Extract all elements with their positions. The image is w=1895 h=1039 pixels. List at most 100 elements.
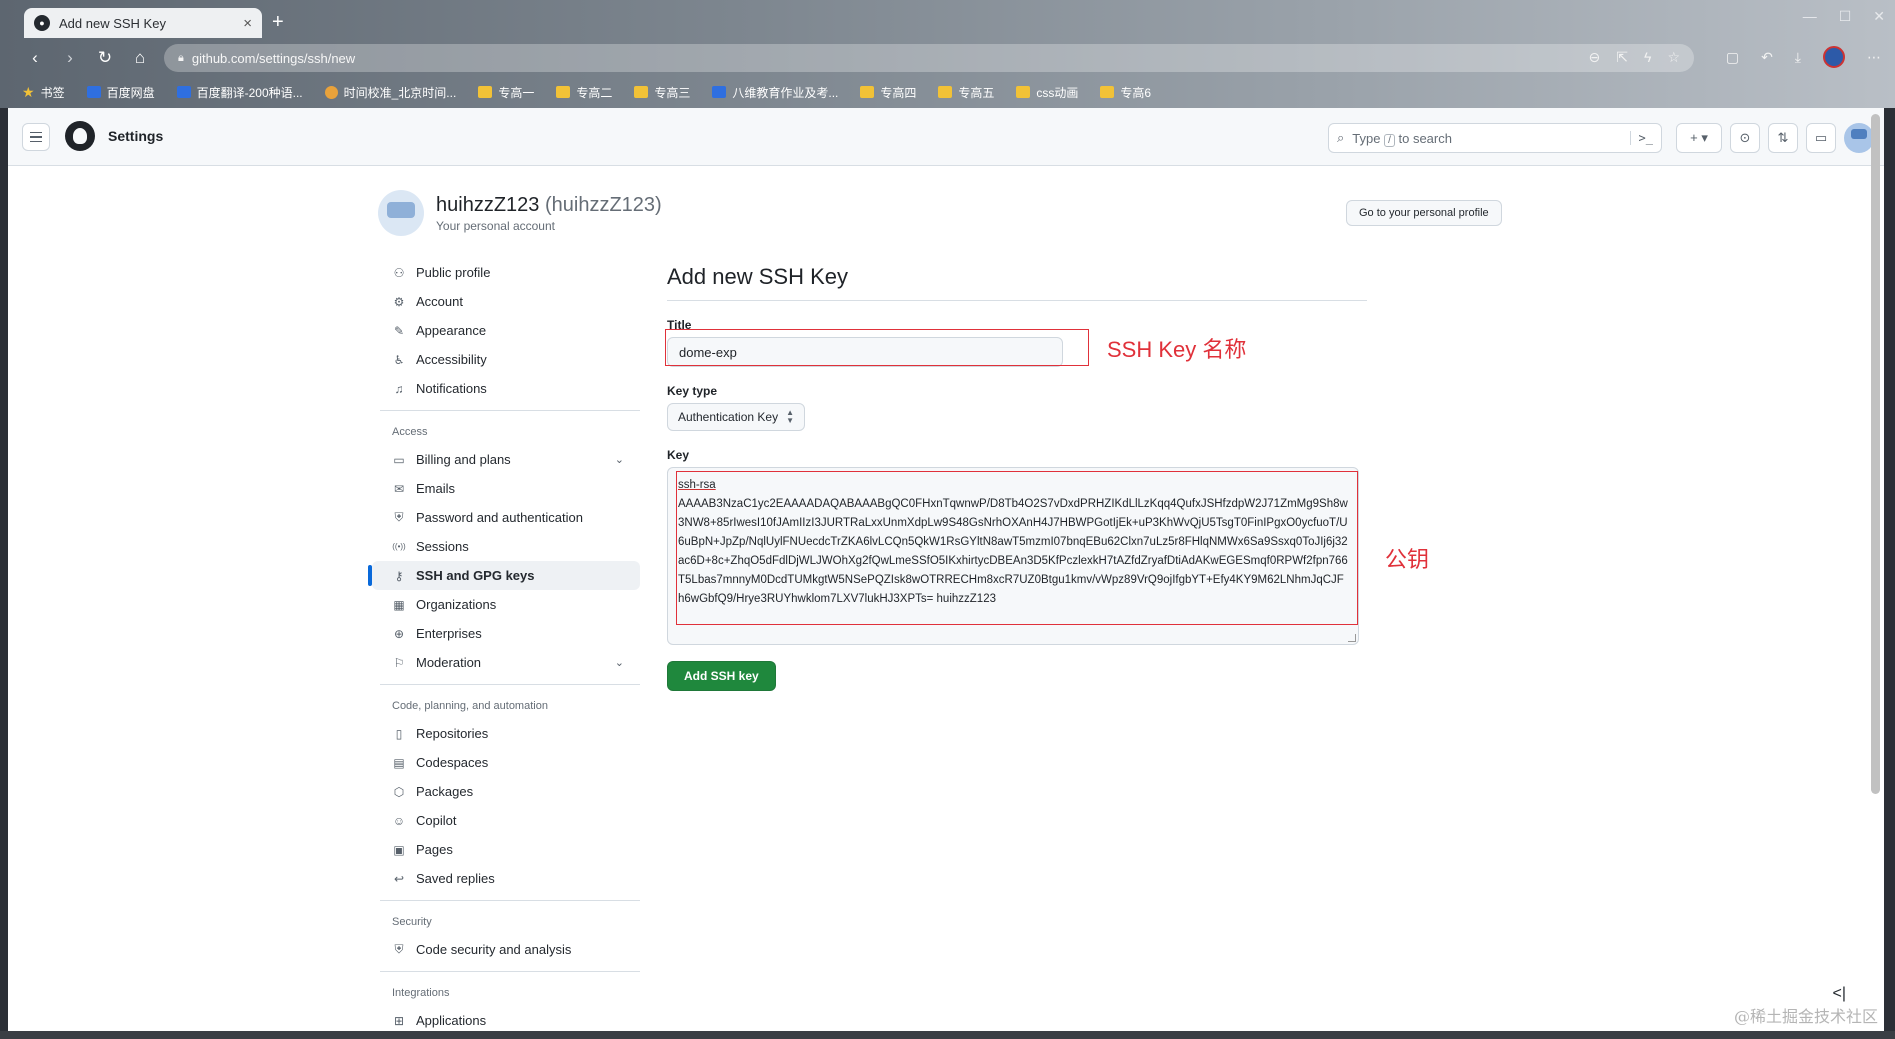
sidebar-item-organizations[interactable]: ▦ Organizations bbox=[372, 590, 640, 619]
site-favicon-icon bbox=[86, 86, 101, 98]
sidebar-heading: Security bbox=[392, 916, 432, 928]
annotation-box-key bbox=[676, 471, 1358, 625]
sidebar-item-applications[interactable]: ⊞ Applications bbox=[372, 1006, 640, 1031]
minimize-icon[interactable]: — bbox=[1803, 8, 1817, 25]
sidebar-item-enterprises[interactable]: ⊕ Enterprises bbox=[372, 619, 640, 648]
lightning-icon[interactable]: ϟ bbox=[1644, 49, 1651, 66]
sidebar-item-label: Organizations bbox=[416, 597, 497, 612]
more-menu-icon[interactable]: ⋯ bbox=[1867, 49, 1881, 66]
page-scrollbar[interactable] bbox=[1871, 114, 1880, 794]
undo-icon[interactable]: ↶ bbox=[1761, 49, 1773, 66]
sidebar-item-emails[interactable]: ✉ Emails bbox=[372, 474, 640, 503]
sidebar-item-account[interactable]: ⚙ Account bbox=[372, 287, 640, 316]
bookmark-item[interactable]: 专高6 bbox=[1100, 84, 1151, 101]
go-to-profile-button[interactable]: Go to your personal profile bbox=[1346, 200, 1502, 226]
new-tab-button[interactable]: + bbox=[272, 11, 284, 34]
bookmark-star-icon[interactable]: ☆ bbox=[1667, 49, 1680, 66]
bookmark-item[interactable]: 专高一 bbox=[478, 84, 534, 101]
bookmark-item[interactable]: 专高二 bbox=[556, 84, 612, 101]
issues-icon[interactable]: ⊙ bbox=[1730, 123, 1760, 153]
bookmark-item[interactable]: 专高四 bbox=[860, 84, 916, 101]
sidebar-item-ssh-and-gpg-keys[interactable]: ⚷ SSH and GPG keys bbox=[368, 561, 640, 590]
tab-active[interactable]: ● Add new SSH Key × bbox=[24, 8, 262, 38]
user-avatar[interactable] bbox=[378, 190, 424, 236]
site-favicon-icon bbox=[712, 86, 727, 98]
close-tab-icon[interactable]: × bbox=[243, 15, 252, 32]
folder-icon bbox=[938, 86, 953, 98]
key-icon: ⚷ bbox=[394, 568, 404, 583]
create-new-button[interactable]: + ▾ bbox=[1676, 123, 1722, 153]
sidebar-item-codespaces[interactable]: ▤ Codespaces bbox=[372, 748, 640, 777]
download-icon[interactable]: ⤓ bbox=[1795, 49, 1801, 66]
sidebar-item-sessions[interactable]: ((•)) Sessions bbox=[372, 532, 640, 561]
paintbrush-icon: ✎ bbox=[393, 323, 405, 338]
copilot-icon: ☺ bbox=[392, 813, 406, 828]
bookmark-item[interactable]: ★ 书签 bbox=[22, 84, 65, 101]
globe-icon: ⊕ bbox=[393, 626, 405, 641]
annotation-title-note: SSH Key 名称 bbox=[1107, 337, 1247, 362]
accessibility-icon: ♿ bbox=[393, 352, 405, 367]
annotation-box-title bbox=[665, 329, 1089, 366]
sidebar-item-saved-replies[interactable]: ↩ Saved replies bbox=[372, 864, 640, 893]
sidebar-item-billing-and-plans[interactable]: ▭ Billing and plans ⌄ bbox=[372, 445, 640, 474]
browser-profile-avatar[interactable] bbox=[1823, 46, 1845, 68]
bookmark-label: 书签 bbox=[40, 85, 65, 100]
key-type-select[interactable]: Authentication Key ▲ ▼ bbox=[667, 403, 805, 431]
maximize-icon[interactable]: ☐ bbox=[1839, 8, 1852, 25]
extension-toolbar: ▢ ↶ ⤓ ⋯ bbox=[1726, 46, 1881, 68]
sidebar-item-label: Notifications bbox=[416, 381, 487, 396]
zoom-icon[interactable]: ⊖ bbox=[1589, 49, 1601, 66]
inbox-icon[interactable]: ▭ bbox=[1806, 123, 1836, 153]
github-logo-icon[interactable] bbox=[65, 121, 95, 151]
home-icon[interactable]: ⌂ bbox=[127, 48, 153, 68]
bookmark-label: 专高一 bbox=[498, 85, 535, 100]
sidebar-item-notifications[interactable]: ♫ Notifications bbox=[372, 374, 640, 403]
command-palette-icon[interactable]: >_ bbox=[1629, 131, 1653, 145]
sidebar-item-moderation[interactable]: ⚐ Moderation ⌄ bbox=[372, 648, 640, 677]
sidebar-item-password-and-authentication[interactable]: ⛨ Password and authentication bbox=[372, 503, 640, 532]
bookmark-item[interactable]: 八维教育作业及考... bbox=[712, 84, 838, 101]
bookmark-item[interactable]: 时间校准_北京时间... bbox=[324, 84, 456, 101]
chevron-down-icon[interactable]: ⌄ bbox=[615, 453, 624, 466]
resize-handle-icon[interactable] bbox=[1348, 634, 1356, 642]
sidebar-item-pages[interactable]: ▣ Pages bbox=[372, 835, 640, 864]
sidebar-item-label: Public profile bbox=[416, 265, 491, 280]
search-input[interactable]: ⌕ Type / to search >_ bbox=[1328, 123, 1662, 153]
star-icon: ★ bbox=[22, 83, 35, 100]
bookmark-item[interactable]: 百度网盘 bbox=[86, 84, 155, 101]
repo-icon: ▯ bbox=[395, 726, 403, 741]
sidebar-item-label: Billing and plans bbox=[416, 452, 511, 467]
bookmark-item[interactable]: 专高五 bbox=[938, 84, 994, 101]
add-ssh-key-button[interactable]: Add SSH key bbox=[667, 661, 776, 691]
menu-hamburger-icon[interactable] bbox=[22, 123, 50, 151]
address-bar[interactable]: 🔒︎ github.com/settings/ssh/new ⊖ ⇱ ϟ ☆ bbox=[164, 44, 1694, 72]
account-name[interactable]: huihzzZ123 (huihzzZ123) bbox=[436, 194, 662, 217]
sidebar-item-public-profile[interactable]: ⚇ Public profile bbox=[372, 258, 640, 287]
share-icon[interactable]: ⇱ bbox=[1616, 49, 1628, 66]
user-avatar-menu[interactable] bbox=[1844, 123, 1874, 153]
forward-icon[interactable]: › bbox=[57, 48, 83, 68]
sidebar-item-label: Account bbox=[416, 294, 463, 309]
header-title[interactable]: Settings bbox=[108, 128, 163, 144]
broadcast-icon: ((•)) bbox=[392, 542, 406, 551]
chevron-down-icon[interactable]: ⌄ bbox=[615, 656, 624, 669]
sidebar-item-packages[interactable]: ⬡ Packages bbox=[372, 777, 640, 806]
sidebar-item-accessibility[interactable]: ♿ Accessibility bbox=[372, 345, 640, 374]
close-window-icon[interactable]: ✕ bbox=[1873, 8, 1885, 25]
pull-requests-icon[interactable]: ⇅ bbox=[1768, 123, 1798, 153]
reload-icon[interactable]: ↻ bbox=[92, 48, 118, 68]
bookmark-item[interactable]: css动画 bbox=[1016, 84, 1078, 101]
sidebar-item-code-security-and-analysis[interactable]: ⛨ Code security and analysis bbox=[372, 935, 640, 964]
back-icon[interactable]: ‹ bbox=[22, 48, 48, 68]
sidebar-divider bbox=[380, 971, 640, 972]
sidebar-item-repositories[interactable]: ▯ Repositories bbox=[372, 719, 640, 748]
bookmark-label: 百度翻译-200种语... bbox=[196, 85, 303, 100]
key-type-label: Key type bbox=[667, 384, 718, 398]
sidebar-heading: Code, planning, and automation bbox=[392, 700, 548, 712]
bookmark-item[interactable]: 百度翻译-200种语... bbox=[176, 84, 303, 101]
sidebar-item-copilot[interactable]: ☺ Copilot bbox=[372, 806, 640, 835]
collections-icon[interactable]: ▢ bbox=[1726, 49, 1739, 66]
sidebar-item-appearance[interactable]: ✎ Appearance bbox=[372, 316, 640, 345]
collapse-panel-icon[interactable]: <| bbox=[1833, 985, 1847, 1003]
bookmark-item[interactable]: 专高三 bbox=[634, 84, 690, 101]
